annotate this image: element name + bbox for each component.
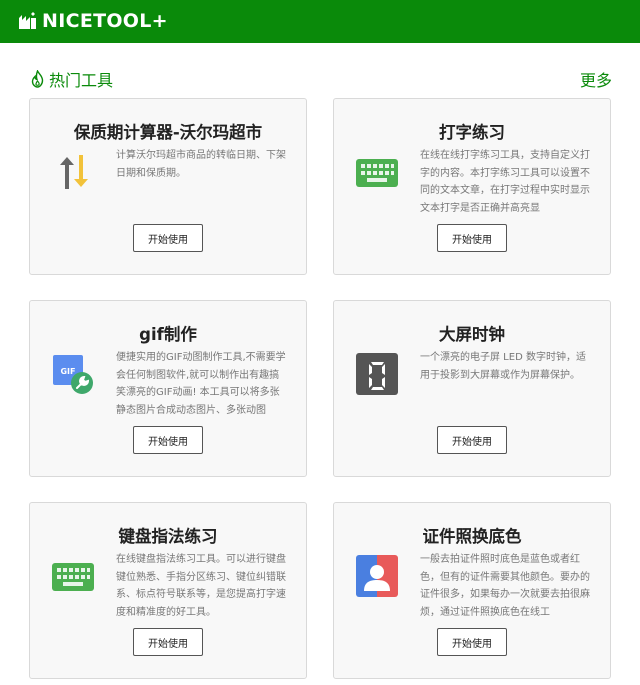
- card-title: 证件照换底色: [422, 527, 522, 546]
- card-title: 打字练习: [439, 123, 505, 142]
- card-title: 大屏时钟: [439, 325, 505, 344]
- tool-card-id-photo[interactable]: 证件照换底色 一般去拍证件照时底色是蓝色或者红色，但有的证件需要其他颜色。要办的…: [333, 502, 611, 679]
- card-description: 在线在线打字练习工具，支持自定义打字的内容。本打字练习工具可以设置不同的文本文章…: [420, 150, 590, 214]
- led-digit-icon: [356, 353, 398, 395]
- card-description: 一个漂亮的电子屏 LED 数字时钟，适用于投影到大屏幕或作为屏幕保护。: [420, 352, 586, 381]
- sort-arrows-icon: [60, 155, 88, 189]
- tool-card-typing[interactable]: 打字练习 在线在线打字练习工具，支持自定义打字的内容。本打字练习工具可以设置不同…: [333, 98, 611, 275]
- keyboard-icon: [356, 159, 398, 187]
- start-button[interactable]: 开始使用: [437, 628, 507, 656]
- tool-card-fingering[interactable]: 键盘指法练习 在线键盘指法练习工具。可以进行键盘键位熟悉、手指分区练习、键位纠错…: [29, 502, 307, 679]
- brand-logo[interactable]: NICETOOL+: [18, 9, 168, 33]
- top-bar: NICETOOL+: [0, 0, 640, 43]
- gif-tool-icon: GIF: [53, 355, 93, 394]
- logo-mark-icon: [19, 12, 36, 29]
- more-link[interactable]: 更多: [580, 67, 612, 91]
- card-title: 键盘指法练习: [118, 527, 218, 546]
- id-photo-icon: [356, 555, 398, 597]
- card-description: 一般去拍证件照时底色是蓝色或者红色，但有的证件需要其他颜色。要办的证件很多，如果…: [420, 554, 590, 618]
- keyboard-icon: [52, 563, 94, 591]
- card-description: 在线键盘指法练习工具。可以进行键盘键位熟悉、手指分区练习、键位纠错联系、标点符号…: [116, 554, 286, 618]
- card-title: gif制作: [139, 325, 197, 344]
- tool-card-gif[interactable]: gif制作 GIF 便捷实用的GIF动图制作工具,不需要学会任何制图软件,就可以…: [29, 300, 307, 477]
- start-button[interactable]: 开始使用: [133, 224, 203, 252]
- start-button[interactable]: 开始使用: [437, 426, 507, 454]
- section-title: 热门工具: [30, 67, 113, 91]
- start-button[interactable]: 开始使用: [437, 224, 507, 252]
- card-description: 便捷实用的GIF动图制作工具,不需要学会任何制图软件,就可以制作出有趣搞笑漂亮的…: [116, 352, 286, 416]
- section-header: 热门工具 更多: [30, 67, 612, 91]
- gif-icon-text: GIF: [60, 367, 75, 376]
- brand-name: NICETOOL+: [42, 10, 168, 32]
- card-description: 计算沃尔玛超市商品的转临日期、下架日期和保质期。: [116, 150, 286, 179]
- card-title: 保质期计算器-沃尔玛超市: [73, 123, 263, 142]
- start-button[interactable]: 开始使用: [133, 628, 203, 656]
- start-button[interactable]: 开始使用: [133, 426, 203, 454]
- tool-card-clock[interactable]: 大屏时钟 一个漂亮的电子屏 LED 数字时钟，适用于投影到大屏幕或作为屏幕保护。…: [333, 300, 611, 477]
- tool-card-shelf-life[interactable]: 保质期计算器-沃尔玛超市 计算沃尔玛超市商品的转临日期、下架日期和保质期。 开始…: [29, 98, 307, 275]
- section-title-text: 热门工具: [49, 71, 114, 90]
- flame-icon: [31, 70, 44, 88]
